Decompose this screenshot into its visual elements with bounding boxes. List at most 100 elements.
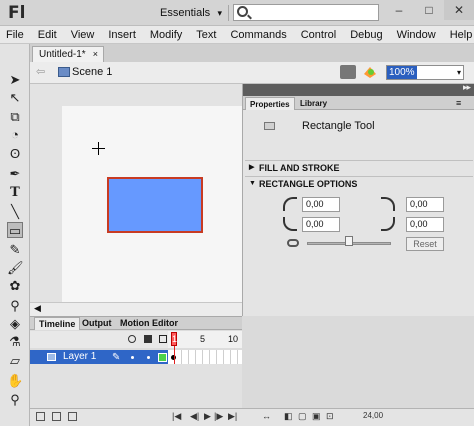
menu-modify[interactable]: Modify	[150, 29, 182, 41]
zoom-tool-icon[interactable]: ⚲	[7, 392, 23, 408]
frame-cells[interactable]	[168, 350, 242, 364]
menu-bar: File Edit View Insert Modify Text Comman…	[0, 26, 474, 44]
paint-bucket-icon[interactable]: ◈	[7, 316, 23, 332]
timeline-frames-area	[242, 316, 474, 408]
corner-radius-top-left-field[interactable]: 0,00	[302, 197, 340, 212]
chevron-down-icon: ▾	[456, 68, 461, 77]
menu-help[interactable]: Help	[450, 29, 473, 41]
maximize-button[interactable]: □	[414, 0, 444, 20]
collapse-icon[interactable]: ▸▸	[463, 82, 471, 93]
search-icon	[237, 6, 248, 17]
tab-motion-editor[interactable]: Motion Editor	[116, 317, 182, 330]
onion-skin-icon[interactable]: ◧	[284, 411, 293, 422]
menu-control[interactable]: Control	[301, 29, 336, 41]
frame-number: 10	[228, 334, 239, 344]
menu-window[interactable]: Window	[397, 29, 436, 41]
lock-dot[interactable]	[147, 356, 150, 359]
eraser-icon[interactable]: ▱	[7, 353, 23, 369]
search-input[interactable]	[233, 4, 379, 21]
3d-rotation-tool-icon[interactable]: ◔	[7, 127, 23, 143]
selection-tool-icon[interactable]: ➤	[7, 72, 23, 88]
rectangle-tool-icon[interactable]: ▭	[7, 222, 23, 238]
document-tab[interactable]: Untitled-1* ×	[32, 46, 104, 62]
scroll-left-icon[interactable]: ◀	[34, 303, 41, 314]
outline-icon[interactable]	[159, 335, 167, 343]
minimize-button[interactable]: –	[384, 0, 414, 20]
tab-output[interactable]: Output	[78, 317, 116, 330]
zoom-select[interactable]: 100% ▾	[386, 65, 464, 80]
close-button[interactable]: ✕	[444, 0, 474, 20]
step-back-icon[interactable]: ◀|	[190, 411, 199, 422]
section-rectangle-options[interactable]: ▼ RECTANGLE OPTIONS	[245, 176, 473, 190]
section-fill-and-stroke[interactable]: ▶ FILL AND STROKE	[245, 160, 473, 174]
divider	[228, 5, 229, 21]
frame-number: 1	[172, 334, 178, 344]
loop-icon[interactable]: ↔	[262, 411, 271, 421]
lock-icon[interactable]	[144, 335, 152, 343]
back-arrow-icon[interactable]: ⇦	[36, 65, 45, 78]
go-to-last-icon[interactable]: ▶|	[228, 411, 237, 422]
edit-scene-icon[interactable]	[340, 65, 356, 79]
layer-outline-color[interactable]	[158, 353, 167, 362]
menu-insert[interactable]: Insert	[108, 29, 136, 41]
go-to-first-icon[interactable]: |◀	[172, 411, 181, 422]
tab-timeline[interactable]: Timeline	[34, 317, 81, 330]
pen-tool-icon[interactable]: ✒	[7, 166, 23, 182]
text-tool-icon[interactable]: T	[7, 185, 23, 201]
app-logo: Fl	[8, 3, 26, 23]
edit-multiple-frames-icon[interactable]: ▣	[312, 411, 321, 422]
panel-menu-icon[interactable]: ≡	[456, 98, 461, 108]
deco-tool-icon[interactable]: ✿	[7, 278, 23, 294]
rectangle-shape[interactable]	[107, 177, 203, 233]
reset-button[interactable]: Reset	[406, 237, 444, 251]
free-transform-tool-icon[interactable]: ⧉	[7, 109, 23, 125]
new-layer-icon[interactable]	[36, 412, 45, 421]
brush-tool-icon[interactable]: 🖌	[7, 260, 24, 276]
crosshair-cursor-icon	[92, 142, 106, 156]
corner-radius-bottom-right-field[interactable]: 0,00	[406, 217, 444, 232]
section-label: RECTANGLE OPTIONS	[259, 179, 358, 189]
corner-radius-top-right-field[interactable]: 0,00	[406, 197, 444, 212]
menu-text[interactable]: Text	[196, 29, 216, 41]
bone-tool-icon[interactable]: ⚲	[7, 298, 23, 314]
menu-edit[interactable]: Edit	[38, 29, 57, 41]
menu-view[interactable]: View	[71, 29, 95, 41]
menu-file[interactable]: File	[6, 29, 24, 41]
link-icon[interactable]	[287, 239, 299, 247]
menu-commands[interactable]: Commands	[230, 29, 286, 41]
slider-thumb[interactable]	[345, 236, 353, 246]
close-icon[interactable]: ×	[93, 47, 98, 62]
scene-icon	[58, 67, 70, 77]
horizontal-scrollbar[interactable]: ◀	[30, 302, 242, 316]
panel-header: ▸▸	[243, 82, 474, 96]
scene-label: Scene 1	[72, 66, 113, 78]
section-label: FILL AND STROKE	[259, 163, 340, 173]
lasso-tool-icon[interactable]: ʘ	[7, 146, 23, 162]
line-tool-icon[interactable]: ╲	[7, 204, 23, 220]
timeline-controls	[30, 408, 474, 426]
window-controls: – □ ✕	[384, 0, 474, 22]
subselection-tool-icon[interactable]: ↖	[7, 90, 23, 106]
eye-icon[interactable]	[128, 335, 136, 343]
workspace-switcher[interactable]: Essentials ▾	[160, 5, 224, 21]
onion-markers-icon[interactable]: ⊡	[326, 411, 334, 422]
tab-library[interactable]: Library	[296, 97, 331, 110]
visibility-dot[interactable]	[131, 356, 134, 359]
corner-top-left-icon	[283, 197, 297, 211]
step-forward-icon[interactable]: |▶	[214, 411, 223, 422]
layer-icon	[47, 353, 56, 361]
eyedropper-icon[interactable]: ⚗	[7, 334, 23, 350]
onion-outline-icon[interactable]: ▢	[298, 411, 307, 422]
zoom-value: 100%	[387, 66, 417, 79]
corner-radius-bottom-left-field[interactable]: 0,00	[302, 217, 340, 232]
play-icon[interactable]: ▶	[204, 411, 211, 422]
new-folder-icon[interactable]	[52, 412, 61, 421]
hand-tool-icon[interactable]: ✋	[7, 373, 23, 389]
layer-name[interactable]: Layer 1	[63, 351, 96, 362]
menu-debug[interactable]: Debug	[350, 29, 382, 41]
pencil-tool-icon[interactable]: ✎	[7, 242, 23, 258]
delete-layer-icon[interactable]	[68, 412, 77, 421]
frame-rate[interactable]: 24,00	[363, 411, 383, 420]
edit-symbols-icon[interactable]	[362, 65, 378, 79]
tab-properties[interactable]: Properties	[245, 97, 295, 110]
